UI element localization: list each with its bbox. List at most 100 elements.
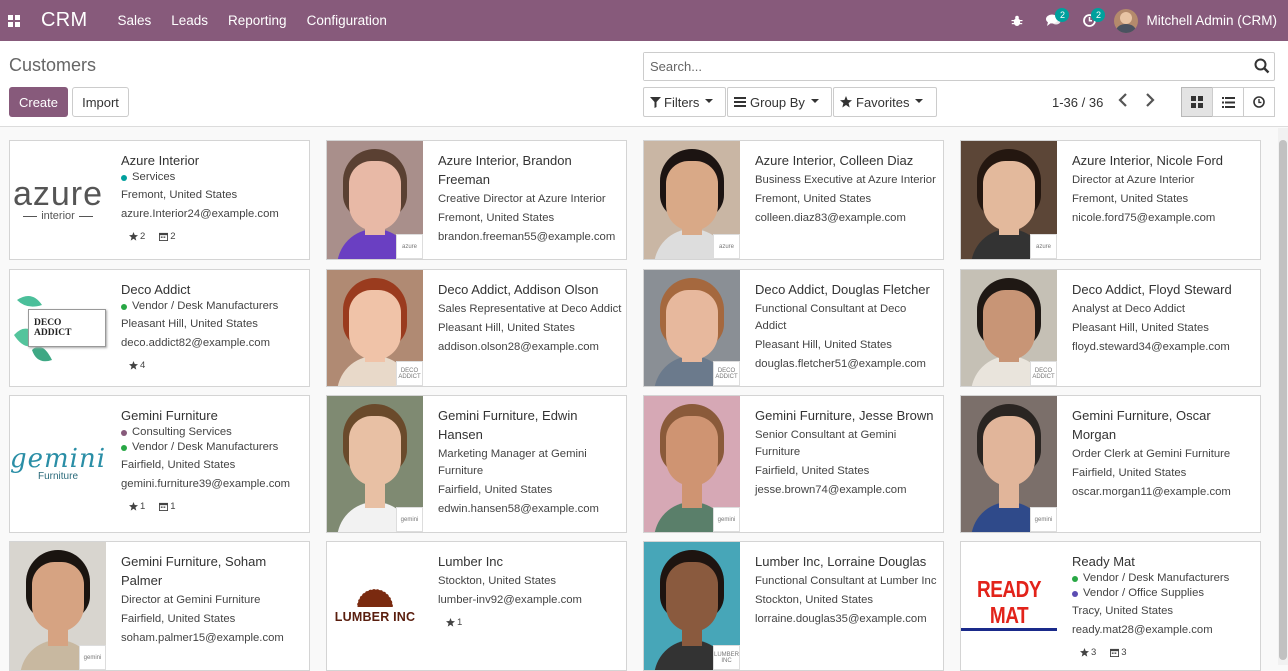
messages-icon[interactable]: 2 bbox=[1042, 0, 1070, 41]
favorites-dropdown[interactable]: Favorites bbox=[833, 87, 937, 117]
kanban-card[interactable]: azure Azure Interior, Colleen Diaz Busines… bbox=[643, 140, 944, 260]
kanban-card[interactable]: azure Azure Interior, Nicole Ford Director… bbox=[960, 140, 1261, 260]
card-name[interactable]: Deco Addict, Douglas Fletcher bbox=[755, 280, 940, 299]
kanban-card[interactable]: DECO ADDICT Deco Addict Vendor / Desk Manu… bbox=[9, 269, 310, 387]
debug-bug-icon[interactable] bbox=[1006, 0, 1028, 41]
card-info: Azure Interior, Brandon Freeman Creative … bbox=[438, 151, 623, 246]
star-icon bbox=[129, 232, 138, 241]
tag-color-dot bbox=[1072, 590, 1078, 597]
card-name[interactable]: Deco Addict, Addison Olson bbox=[438, 280, 623, 299]
contact-photo: gemini bbox=[10, 542, 106, 670]
opportunities-count[interactable]: 1 bbox=[129, 501, 145, 512]
card-name[interactable]: Azure Interior, Nicole Ford bbox=[1072, 151, 1257, 170]
logo-text: azure bbox=[12, 175, 104, 213]
scrollbar-thumb[interactable] bbox=[1279, 140, 1287, 660]
contact-photo: gemini bbox=[961, 396, 1057, 532]
card-detail-line: colleen.diaz83@example.com bbox=[755, 212, 906, 224]
opportunities-count[interactable]: 1 bbox=[446, 617, 462, 628]
card-info: Deco Addict, Addison Olson Sales Represen… bbox=[438, 280, 623, 356]
card-name[interactable]: Azure Interior, Colleen Diaz bbox=[755, 151, 940, 170]
card-name[interactable]: Azure Interior, Brandon Freeman bbox=[438, 151, 623, 189]
card-name[interactable]: Azure Interior bbox=[121, 151, 306, 170]
main-menu: Sales Leads Reporting Configuration bbox=[117, 13, 406, 28]
card-info: Gemini Furniture, Soham Palmer Director a… bbox=[121, 552, 306, 647]
groupby-dropdown[interactable]: Group By bbox=[727, 87, 832, 117]
opportunities-value: 3 bbox=[1091, 647, 1097, 658]
star-icon bbox=[840, 96, 852, 108]
kanban-card[interactable]: DECO ADDICT Deco Addict, Addison Olson Sal… bbox=[326, 269, 627, 387]
meetings-value: 2 bbox=[170, 231, 176, 242]
card-name[interactable]: Gemini Furniture, Edwin Hansen bbox=[438, 406, 623, 444]
kanban-card[interactable]: gemini Gemini Furniture, Oscar Morgan Orde… bbox=[960, 395, 1261, 533]
company-mini-logo: DECO ADDICT bbox=[396, 361, 423, 386]
tag-label: Vendor / Office Supplies bbox=[1083, 587, 1204, 599]
opportunities-value: 4 bbox=[140, 360, 146, 371]
logo-subtext: interior bbox=[41, 210, 75, 222]
card-name[interactable]: Gemini Furniture, Jesse Brown bbox=[755, 406, 940, 425]
card-name[interactable]: Deco Addict, Floyd Steward bbox=[1072, 280, 1257, 299]
search-input[interactable] bbox=[644, 53, 1224, 80]
kanban-card[interactable]: DECO ADDICT Deco Addict, Douglas Fletcher… bbox=[643, 269, 944, 387]
card-detail-line: Stockton, United States bbox=[755, 594, 874, 606]
company-mini-logo: gemini bbox=[1030, 507, 1057, 532]
meetings-value: 1 bbox=[170, 501, 176, 512]
scrollbar[interactable] bbox=[1278, 128, 1288, 665]
kanban-card[interactable]: gemini Furniture Gemini Furniture Consultin… bbox=[9, 395, 310, 533]
filters-dropdown[interactable]: Filters bbox=[643, 87, 726, 117]
user-menu[interactable]: Mitchell Admin (CRM) bbox=[1146, 13, 1277, 28]
search-icon[interactable] bbox=[1254, 58, 1270, 77]
menu-leads[interactable]: Leads bbox=[171, 13, 208, 28]
apps-menu-icon[interactable] bbox=[4, 11, 24, 31]
card-detail-line: Fairfield, United States bbox=[121, 613, 236, 625]
card-detail-line: Analyst at Deco Addict bbox=[1072, 303, 1186, 315]
pager-previous-icon[interactable] bbox=[1118, 93, 1132, 109]
card-name[interactable]: Lumber Inc bbox=[438, 552, 623, 571]
pager-next-icon[interactable] bbox=[1145, 93, 1159, 109]
create-button[interactable]: Create bbox=[9, 87, 68, 117]
card-detail-line: ready.mat28@example.com bbox=[1072, 624, 1213, 636]
card-name[interactable]: Gemini Furniture, Soham Palmer bbox=[121, 552, 306, 590]
menu-reporting[interactable]: Reporting bbox=[228, 13, 287, 28]
meetings-count[interactable]: 2 bbox=[159, 231, 176, 242]
kanban-card[interactable]: gemini Gemini Furniture, Jesse Brown Senio… bbox=[643, 395, 944, 533]
user-avatar[interactable] bbox=[1114, 8, 1139, 33]
star-icon bbox=[129, 502, 138, 511]
menu-sales[interactable]: Sales bbox=[117, 13, 151, 28]
logo-text: READY MAT bbox=[976, 577, 1042, 629]
opportunities-count[interactable]: 2 bbox=[129, 231, 145, 242]
kanban-card[interactable]: LUMBER INC Lumber Inc, Lorraine Douglas Fu… bbox=[643, 541, 944, 671]
meetings-count[interactable]: 3 bbox=[1110, 647, 1127, 658]
category-tag: Services bbox=[121, 170, 306, 185]
kanban-card[interactable]: azure Azure Interior, Brandon Freeman Crea… bbox=[326, 140, 627, 260]
card-name[interactable]: Ready Mat bbox=[1072, 552, 1257, 571]
category-tag: Consulting Services bbox=[121, 425, 306, 440]
category-tag: Vendor / Desk Manufacturers bbox=[1072, 571, 1257, 586]
kanban-card[interactable]: DECO ADDICT Deco Addict, Floyd Steward Ana… bbox=[960, 269, 1261, 387]
pager-value[interactable]: 1-36 / 36 bbox=[1052, 95, 1103, 110]
opportunities-count[interactable]: 4 bbox=[129, 360, 145, 371]
menu-configuration[interactable]: Configuration bbox=[307, 13, 387, 28]
contact-photo: azure bbox=[327, 141, 423, 259]
opportunities-count[interactable]: 3 bbox=[1080, 647, 1096, 658]
card-name[interactable]: Deco Addict bbox=[121, 280, 306, 299]
app-brand[interactable]: CRM bbox=[41, 9, 87, 32]
card-detail-line: douglas.fletcher51@example.com bbox=[755, 358, 926, 370]
readymat-logo: READY MAT bbox=[961, 542, 1057, 670]
kanban-card[interactable]: LUMBER INC Lumber Inc Stockton, United Sta… bbox=[326, 541, 627, 671]
kanban-card[interactable]: gemini Gemini Furniture, Soham Palmer Dire… bbox=[9, 541, 310, 671]
activity-view-icon[interactable] bbox=[1243, 87, 1275, 117]
kanban-card[interactable]: gemini Gemini Furniture, Edwin Hansen Mark… bbox=[326, 395, 627, 533]
import-button[interactable]: Import bbox=[72, 87, 129, 117]
card-detail-line: Sales Representative at Deco Addict bbox=[438, 303, 622, 315]
kanban-card[interactable]: azure interior Azure Interior Services Fremo… bbox=[9, 140, 310, 260]
card-detail-line: Fremont, United States bbox=[438, 212, 555, 224]
activities-clock-icon[interactable]: 2 bbox=[1078, 0, 1106, 41]
kanban-card[interactable]: READY MAT Ready Mat Vendor / Desk Manufact… bbox=[960, 541, 1261, 671]
card-name[interactable]: Gemini Furniture bbox=[121, 406, 306, 425]
company-mini-logo: azure bbox=[396, 234, 423, 259]
card-name[interactable]: Gemini Furniture, Oscar Morgan bbox=[1072, 406, 1257, 444]
meetings-count[interactable]: 1 bbox=[159, 501, 176, 512]
card-name[interactable]: Lumber Inc, Lorraine Douglas bbox=[755, 552, 940, 571]
list-view-icon[interactable] bbox=[1212, 87, 1244, 117]
kanban-view-icon[interactable] bbox=[1181, 87, 1213, 117]
